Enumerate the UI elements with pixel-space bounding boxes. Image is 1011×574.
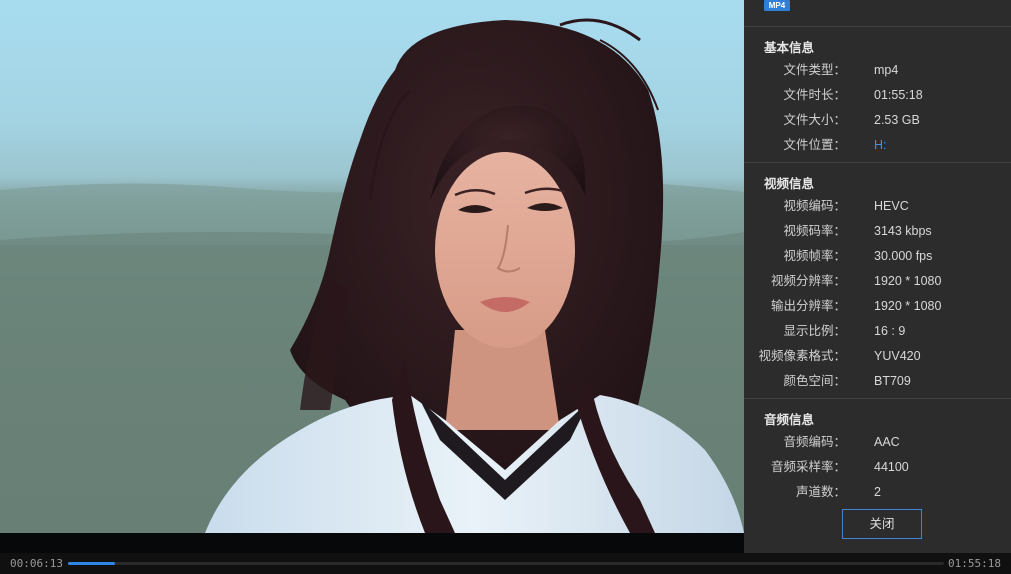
row-file-size: 文件大小： 2.53 GB [744, 111, 1011, 129]
label: 显示比例： [783, 324, 846, 338]
current-time: 00:06:13 [10, 557, 63, 570]
section-title-basic: 基本信息 [764, 41, 815, 55]
label: 音频采样率： [770, 460, 846, 474]
value: 3143 kbps [874, 224, 932, 238]
video-letterbox [0, 533, 744, 553]
row-file-type: 文件类型： mp4 [744, 61, 1011, 79]
player-control-bar: 00:06:13 01:55:18 [0, 553, 1011, 574]
format-badge: MP4 [764, 0, 790, 11]
row-color-space: 颜色空间： BT709 [744, 372, 1011, 390]
divider [744, 398, 1011, 399]
label: 输出分辨率： [770, 299, 846, 313]
section-title-audio: 音频信息 [764, 413, 815, 427]
progress-bar[interactable] [68, 562, 944, 565]
divider [744, 26, 1011, 27]
value: 16 : 9 [874, 324, 906, 338]
label: 视频像素格式： [758, 349, 846, 363]
row-video-framerate: 视频帧率： 30.000 fps [744, 247, 1011, 265]
value: YUV420 [874, 349, 921, 363]
value: AAC [874, 435, 900, 449]
row-audio-channels: 声道数： 2 [744, 483, 1011, 501]
media-info-panel: MP4 基本信息 文件类型： mp4 文件时长： 01:55:18 文件大小： … [744, 0, 1011, 553]
progress-fill [68, 562, 116, 565]
value: 2 [874, 485, 881, 499]
label: 文件位置： [783, 138, 846, 152]
row-video-codec: 视频编码： HEVC [744, 197, 1011, 215]
value: 1920 * 1080 [874, 274, 942, 288]
section-title-video: 视频信息 [764, 177, 815, 191]
label: 文件时长： [783, 88, 846, 102]
video-frame[interactable] [0, 0, 744, 533]
total-time: 01:55:18 [948, 557, 1001, 570]
row-video-resolution: 视频分辨率： 1920 * 1080 [744, 272, 1011, 290]
row-file-location: 文件位置： H: [744, 136, 1011, 154]
label: 视频编码： [783, 199, 846, 213]
value: 44100 [874, 460, 909, 474]
video-frame-image [0, 18, 744, 533]
row-file-duration: 文件时长： 01:55:18 [744, 86, 1011, 104]
label: 文件大小： [783, 113, 846, 127]
label: 音频编码： [783, 435, 846, 449]
value: 2.53 GB [874, 113, 920, 127]
value: 1920 * 1080 [874, 299, 942, 313]
label: 视频帧率： [783, 249, 846, 263]
row-output-resolution: 输出分辨率： 1920 * 1080 [744, 297, 1011, 315]
label: 文件类型： [783, 63, 846, 77]
row-pixel-format: 视频像素格式： YUV420 [744, 347, 1011, 365]
row-audio-samplerate: 音频采样率： 44100 [744, 458, 1011, 476]
value: HEVC [874, 199, 909, 213]
value: mp4 [874, 63, 899, 77]
value: 01:55:18 [874, 88, 923, 102]
row-video-bitrate: 视频码率： 3143 kbps [744, 222, 1011, 240]
row-audio-codec: 音频编码： AAC [744, 433, 1011, 451]
close-button[interactable]: 关闭 [842, 509, 922, 539]
label: 声道数： [795, 485, 846, 499]
divider [744, 162, 1011, 163]
label: 颜色空间： [783, 374, 846, 388]
row-display-ratio: 显示比例： 16 : 9 [744, 322, 1011, 340]
label: 视频分辨率： [770, 274, 846, 288]
value: 30.000 fps [874, 249, 933, 263]
label: 视频码率： [783, 224, 846, 238]
value: BT709 [874, 374, 911, 388]
file-location-link[interactable]: H: [874, 136, 887, 154]
